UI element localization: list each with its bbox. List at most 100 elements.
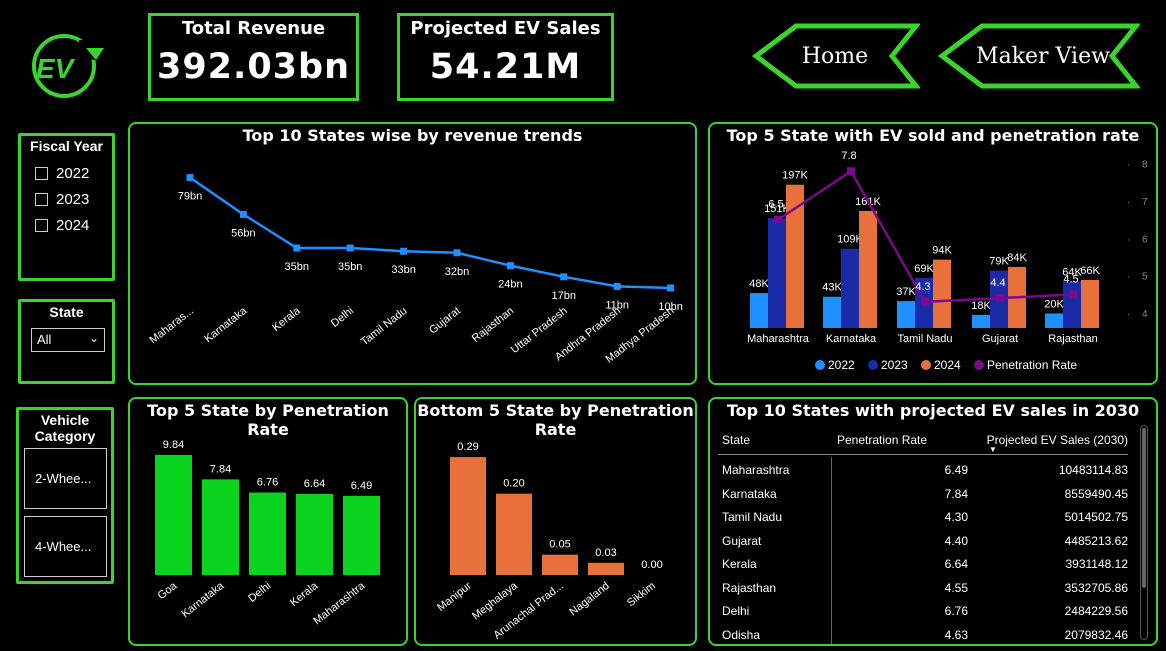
option-label: 2-Whee... bbox=[35, 471, 92, 486]
x-tick-label: Maharashtra bbox=[747, 333, 810, 345]
fiscal-year-option-2023[interactable]: 2023 bbox=[21, 186, 112, 212]
bar bbox=[296, 493, 333, 575]
y2-tick-mark: · bbox=[1127, 309, 1130, 320]
data-label: 24bn bbox=[498, 279, 522, 291]
cell-penetration-rate: 7.84 bbox=[944, 486, 968, 501]
bar bbox=[249, 492, 286, 575]
y2-tick-mark: · bbox=[1127, 234, 1130, 245]
penetration-label: 4.3 bbox=[915, 281, 930, 293]
table-row[interactable]: Karnataka 7.84 8559490.45 bbox=[718, 483, 1128, 506]
cell-state: Tamil Nadu bbox=[722, 510, 783, 524]
maker-view-button[interactable]: Maker View bbox=[936, 20, 1142, 92]
sort-descending-icon: ▼ bbox=[989, 445, 997, 454]
data-label: 197K bbox=[782, 170, 808, 182]
fiscal-year-option-2024[interactable]: 2024 bbox=[21, 212, 112, 238]
x-tick-label: Maharashtra bbox=[311, 579, 368, 627]
chart-title: Top 5 State with EV sold and penetration… bbox=[726, 126, 1140, 145]
x-tick-label: Maharas... bbox=[148, 305, 196, 346]
bar-2023 bbox=[1063, 281, 1081, 328]
chart-title: Top 10 States wise by revenue trends bbox=[242, 126, 583, 145]
data-point bbox=[667, 284, 675, 292]
cell-penetration-rate: 4.30 bbox=[944, 510, 968, 524]
cell-projected-sales: 3931148.12 bbox=[1065, 557, 1128, 571]
cell-penetration-rate: 6.49 bbox=[944, 463, 968, 477]
x-tick-label: Delhi bbox=[246, 580, 273, 605]
y2-tick-label: 8 bbox=[1142, 160, 1148, 171]
legend-swatch bbox=[868, 360, 878, 370]
fiscal-year-option-2022[interactable]: 2022 bbox=[21, 160, 112, 186]
x-tick-label: Delhi bbox=[329, 305, 356, 330]
home-label: Home bbox=[801, 43, 869, 69]
column-header-penetration-rate[interactable]: Penetration Rate bbox=[837, 433, 927, 447]
ev-logo-graphic: EV bbox=[32, 34, 109, 98]
y2-tick-label: 5 bbox=[1142, 272, 1148, 283]
data-point bbox=[453, 249, 461, 257]
table-title: Top 10 States with projected EV sales in… bbox=[726, 401, 1140, 420]
top5-penetration-panel: Top 5 State by Penetration Rate 9.84 Goa 7… bbox=[128, 397, 408, 646]
column-header-projected-sales[interactable]: Projected EV Sales (2030) bbox=[987, 433, 1128, 447]
home-button[interactable]: Home bbox=[750, 20, 922, 92]
vehicle-category-4-wheeler[interactable]: 4-Whee... bbox=[24, 516, 107, 577]
scrollbar-thumb[interactable] bbox=[1142, 428, 1146, 588]
checkbox[interactable] bbox=[35, 218, 48, 232]
data-label: 18K bbox=[971, 300, 991, 312]
chevron-down-icon: ⌄ bbox=[88, 331, 99, 345]
table-row[interactable]: Maharashtra 6.49 10483114.83 bbox=[718, 459, 1128, 482]
table-row[interactable]: Rajasthan 4.55 3532705.86 bbox=[718, 577, 1128, 600]
bar bbox=[450, 457, 486, 575]
cell-projected-sales: 10483114.83 bbox=[1058, 463, 1128, 477]
data-label: 0.29 bbox=[457, 441, 478, 453]
data-point bbox=[506, 262, 514, 270]
data-label: 0.00 bbox=[641, 559, 662, 571]
x-tick-label: Tamil Nadu bbox=[897, 333, 952, 345]
vehicle-category-2-wheeler[interactable]: 2-Whee... bbox=[24, 448, 107, 509]
table-row[interactable]: Tamil Nadu 4.30 5014502.75 bbox=[718, 506, 1128, 529]
cell-state: Odisha bbox=[722, 627, 761, 642]
revenue-series-line bbox=[189, 176, 671, 290]
data-point bbox=[293, 244, 301, 252]
penetration-point bbox=[921, 297, 929, 306]
chart-title: Top 5 State by Penetration Rate bbox=[147, 401, 389, 439]
y2-tick-label: 6 bbox=[1142, 234, 1148, 245]
checkbox[interactable] bbox=[35, 192, 48, 206]
penetration-point bbox=[774, 215, 782, 224]
state-slicer: State All ⌄ bbox=[18, 299, 115, 384]
cell-penetration-rate: 4.40 bbox=[944, 533, 968, 548]
data-label: 56bn bbox=[231, 227, 255, 239]
cell-state: Maharashtra bbox=[722, 463, 790, 477]
logo-text: EV bbox=[36, 53, 76, 84]
checkbox[interactable] bbox=[35, 166, 48, 180]
cell-state: Rajasthan bbox=[722, 580, 777, 595]
bar-2022 bbox=[972, 314, 990, 328]
data-label: 9.84 bbox=[163, 439, 184, 451]
cell-penetration-rate: 4.55 bbox=[944, 580, 968, 595]
legend-label: 2024 bbox=[934, 358, 961, 372]
column-header-state[interactable]: State bbox=[722, 433, 750, 447]
data-label: 0.03 bbox=[595, 547, 616, 559]
bar-2022 bbox=[750, 293, 768, 328]
data-label: 0.05 bbox=[549, 539, 570, 551]
cell-projected-sales: 4485213.62 bbox=[1064, 533, 1128, 548]
table-row[interactable]: Delhi 6.76 2484229.56 bbox=[718, 600, 1128, 623]
data-point bbox=[346, 244, 354, 252]
kpi-title: Total Revenue bbox=[181, 18, 326, 39]
data-label: 33bn bbox=[391, 264, 415, 276]
penetration-label: 7.8 bbox=[841, 150, 856, 162]
table-row[interactable]: Gujarat 4.40 4485213.62 bbox=[718, 530, 1128, 553]
maker-view-label: Maker View bbox=[976, 43, 1110, 69]
cell-state: Karnataka bbox=[722, 486, 777, 501]
scrollbar[interactable] bbox=[1140, 425, 1148, 640]
vehicle-category-slicer: Vehicle Category 2-Whee... 4-Whee... bbox=[16, 407, 114, 584]
revenue-trends-chart: 79bn Maharas... 56bn Karnataka 35bn Kerala 35b… bbox=[148, 174, 683, 366]
table-row[interactable]: Kerala 6.64 3931148.12 bbox=[718, 553, 1128, 576]
x-tick-label: Karnataka bbox=[179, 579, 227, 620]
legend-label: 2023 bbox=[881, 358, 908, 372]
bar-2022 bbox=[897, 301, 915, 328]
x-tick-label: Manipur bbox=[435, 580, 474, 614]
state-dropdown[interactable]: All ⌄ bbox=[31, 328, 105, 352]
slicer-title: Vehicle Category bbox=[34, 412, 96, 444]
data-point bbox=[560, 273, 568, 281]
table-row[interactable]: Odisha 4.63 2079832.46 bbox=[718, 624, 1128, 645]
data-point bbox=[186, 174, 194, 182]
bar bbox=[343, 495, 380, 575]
